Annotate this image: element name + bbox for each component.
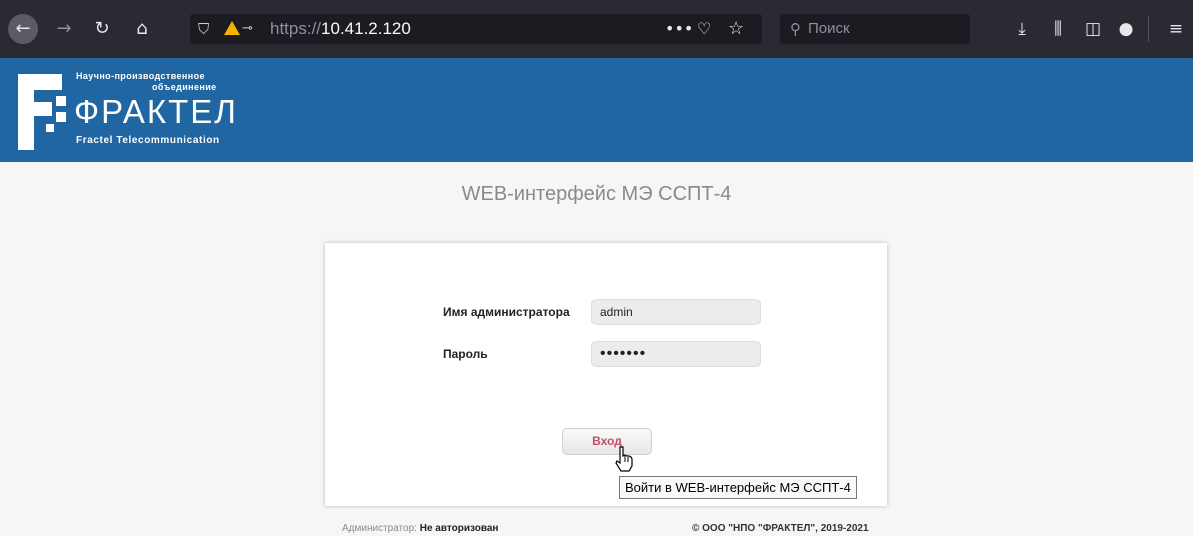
admin-status: Администратор: Не авторизован [342,523,498,534]
home-icon[interactable]: ⌂ [130,14,154,44]
insecure-lock-icon[interactable] [224,21,240,35]
logo-subtitle: Fractel Telecommunication [76,135,220,146]
forward-icon[interactable]: → [52,14,76,44]
logo-icon [18,74,66,150]
url-bar[interactable]: ⛉ ⊸ https://10.41.2.120 ••• ♡ ☆ [190,14,762,44]
admin-status-value: Не авторизован [419,523,499,534]
login-panel: Имя администратора Пароль Вход [325,243,887,506]
password-label: Пароль [443,347,488,361]
pocket-icon[interactable]: ♡ [697,14,711,44]
hand-cursor-icon [615,446,633,472]
search-bar[interactable]: ⚲ Поиск [780,14,970,44]
logo-name: ФРАКТЕЛ [74,93,238,130]
account-icon[interactable]: ● [1113,14,1139,44]
logo-line1: Научно-производственное [76,71,205,81]
url-scheme: https:// [270,19,322,38]
downloads-icon[interactable]: ⤓ [1009,14,1035,44]
username-input[interactable] [591,299,761,325]
menu-icon[interactable]: ≡ [1163,14,1189,44]
copyright: © ООО "НПО "ФРАКТЕЛ", 2019-2021 [692,523,869,534]
search-placeholder: Поиск [808,20,850,37]
username-label: Имя администратора [443,305,570,319]
bookmark-star-icon[interactable]: ☆ [728,14,744,44]
toolbar-separator [1148,16,1149,42]
shield-icon[interactable]: ⛉ [198,14,209,44]
browser-toolbar: ← → ↻ ⌂ ⛉ ⊸ https://10.41.2.120 ••• ♡ ☆ … [0,0,1193,58]
page-title: WEB-интерфейс МЭ ССПТ-4 [461,183,732,205]
back-icon[interactable]: ← [8,14,38,44]
admin-status-label: Администратор: [342,523,417,534]
url-host: 10.41.2.120 [321,19,411,38]
library-icon[interactable]: ⫼ [1045,14,1071,44]
page-actions-icon[interactable]: ••• [665,14,693,44]
login-button[interactable]: Вход [562,428,652,455]
password-input[interactable] [591,341,761,367]
search-icon: ⚲ [790,20,801,38]
logo-line2: объединение [152,82,217,92]
login-tooltip: Войти в WEB-интерфейс МЭ ССПТ-4 [619,476,857,499]
url-text[interactable]: https://10.41.2.120 [270,14,411,44]
sidebar-icon[interactable]: ◫ [1080,14,1106,44]
key-icon[interactable]: ⊸ [242,14,253,44]
reload-icon[interactable]: ↻ [90,14,114,44]
